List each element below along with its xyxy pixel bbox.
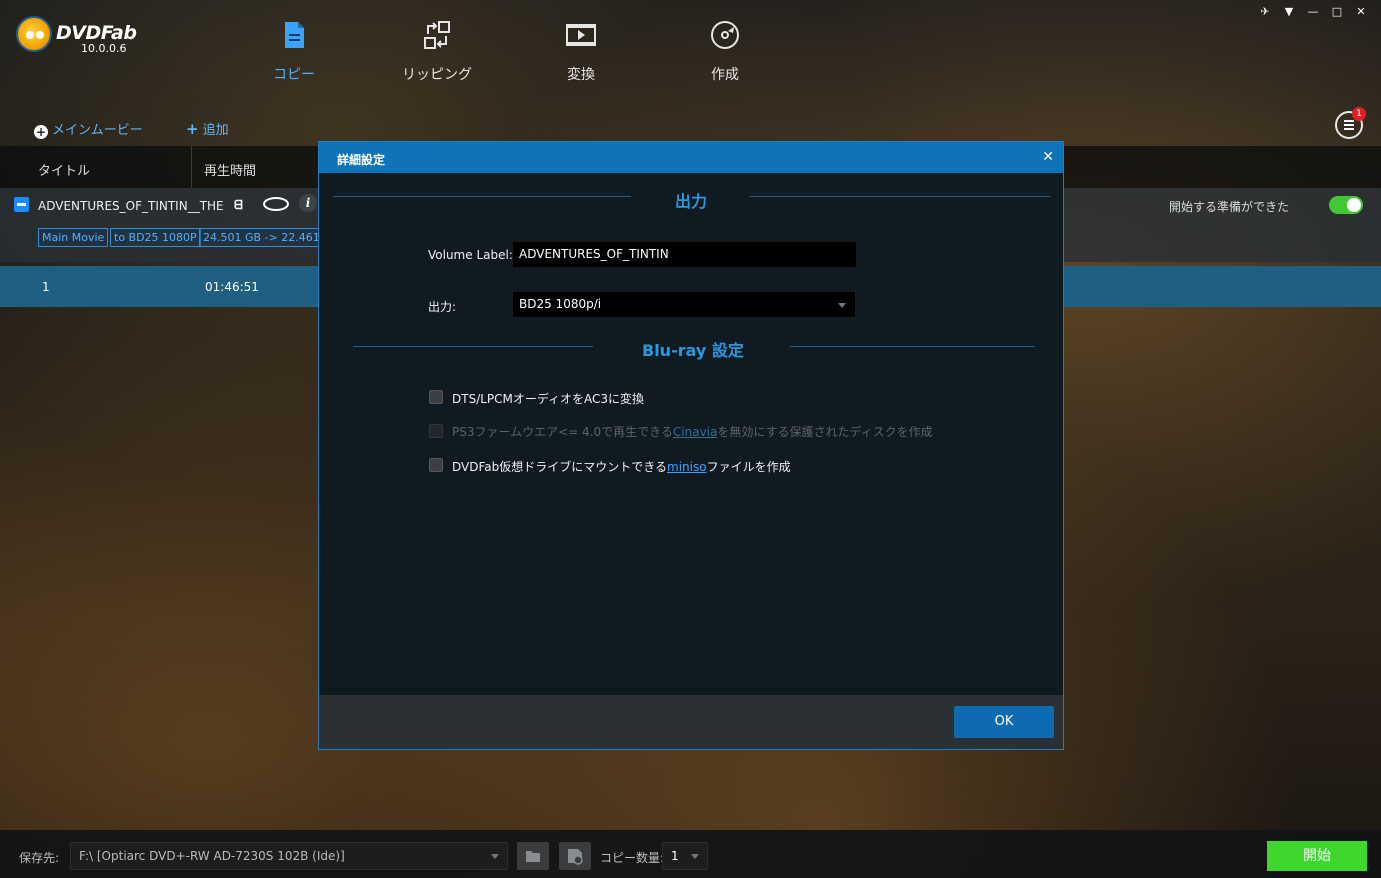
tab-label: 作成 (711, 67, 739, 83)
maximize-icon[interactable]: □ (1329, 5, 1345, 19)
cinavia-label: PS3ファームウエア<= 4.0で再生できるCinaviaを無効にする保護された… (452, 423, 933, 440)
disc-icon (263, 197, 289, 211)
tab-ripper[interactable]: リッピング (392, 18, 482, 84)
save-to-select[interactable]: F:\ [Optiarc DVD+-RW AD-7230S 102B (Ide)… (70, 842, 508, 870)
add-circle-icon: + (34, 125, 48, 139)
output-select-value: BD25 1080p/i (519, 297, 602, 311)
plus-icon: + (186, 120, 199, 138)
ripper-icon (424, 21, 450, 49)
section-output-title: 出力 (675, 192, 708, 211)
folder-icon (526, 851, 540, 862)
section-divider (750, 196, 1050, 197)
ready-status: 開始する準備ができた (1169, 200, 1290, 214)
copies-label: コピー数量: (600, 851, 665, 865)
main-movie-button[interactable]: + メインムービー (34, 119, 143, 139)
dialog-header: 詳細設定 ✕ (319, 142, 1063, 173)
create-icon (711, 21, 739, 49)
dialog-close-icon[interactable]: ✕ (1042, 150, 1054, 164)
dvdfab-logo-icon (16, 16, 52, 52)
chip-main-movie[interactable]: Main Movie (38, 228, 109, 247)
start-button[interactable]: 開始 (1267, 841, 1367, 871)
output-select[interactable]: BD25 1080p/i (512, 291, 856, 318)
chevron-down-icon (691, 854, 699, 859)
save-to-value: F:\ [Optiarc DVD+-RW AD-7230S 102B (Ide)… (79, 849, 345, 863)
tab-convert[interactable]: 変換 (536, 18, 626, 84)
copies-select[interactable]: 1 (662, 842, 708, 870)
disc-save-icon (568, 849, 583, 865)
miniso-label: DVDFab仮想ドライブにマウントできるminisoファイルを作成 (452, 458, 791, 475)
miniso-link[interactable]: miniso (667, 460, 707, 474)
app-version: 10.0.0.6 (81, 42, 127, 55)
add-button[interactable]: + 追加 (186, 119, 229, 138)
minimize-icon[interactable]: — (1305, 5, 1321, 19)
add-label: 追加 (202, 123, 229, 138)
advanced-settings-dialog: 詳細設定 ✕ 出力 Volume Label: ADVENTURES_OF_TI… (318, 141, 1064, 750)
tab-copy[interactable]: コピー (249, 18, 339, 84)
tab-label: リッピング (402, 67, 472, 83)
ok-button[interactable]: OK (954, 706, 1054, 738)
queue-count-badge: 1 (1352, 107, 1366, 121)
volume-label-input[interactable]: ADVENTURES_OF_TINTIN (512, 241, 857, 268)
convert-audio-label: DTS/LPCMオーディオをAC3に変換 (452, 390, 644, 407)
option-text: DTS/LPCMオーディオをAC3に変換 (452, 392, 645, 406)
main-movie-label: メインムービー (52, 123, 143, 138)
save-to-label: 保存先: (19, 851, 60, 865)
tab-label: コピー (273, 67, 315, 83)
convert-icon (566, 24, 596, 46)
section-divider (353, 346, 593, 347)
bottom-bar: 保存先: F:\ [Optiarc DVD+-RW AD-7230S 102B … (0, 830, 1381, 878)
section-divider (790, 346, 1035, 347)
output-caption: 出力: (428, 300, 457, 314)
option-text: を無効にする保護されたディスクを作成 (717, 425, 933, 439)
bluray-icon: ᗺ (234, 198, 243, 212)
column-title: タイトル (38, 164, 91, 179)
save-iso-button[interactable] (559, 842, 591, 870)
tab-create[interactable]: 作成 (680, 18, 770, 84)
app-name: DVDFab (56, 22, 137, 44)
cinavia-checkbox (429, 424, 443, 438)
copy-icon (285, 22, 304, 48)
info-icon[interactable]: i (299, 194, 317, 212)
column-duration: 再生時間 (204, 164, 257, 179)
close-icon[interactable]: ✕ (1353, 5, 1369, 19)
dialog-title: 詳細設定 (337, 153, 386, 167)
row-duration: 01:46:51 (205, 280, 259, 294)
dialog-footer: OK (319, 695, 1063, 749)
settings-icon[interactable]: ✈ (1257, 5, 1273, 19)
option-text: ファイルを作成 (706, 460, 791, 474)
row-index: 1 (42, 280, 50, 294)
chevron-down-icon (838, 303, 846, 308)
section-bluray-title: Blu-ray 設定 (642, 341, 744, 360)
chevron-down-icon (491, 854, 499, 859)
convert-audio-checkbox[interactable] (429, 390, 443, 404)
option-text: PS3ファームウエア<= 4.0で再生できる (452, 425, 673, 439)
option-text: DVDFab仮想ドライブにマウントできる (452, 460, 668, 474)
cinavia-link[interactable]: Cinavia (673, 425, 717, 439)
section-divider (333, 196, 631, 197)
menu-icon[interactable]: ▼ (1281, 5, 1297, 19)
source-title: ADVENTURES_OF_TINTIN__THE (38, 199, 224, 213)
copies-value: 1 (671, 849, 679, 863)
collapse-checkbox[interactable] (14, 197, 29, 212)
browse-folder-button[interactable] (517, 842, 549, 870)
chip-output-profile[interactable]: to BD25 1080P (110, 228, 201, 247)
volume-label-caption: Volume Label: (428, 248, 513, 262)
column-divider (191, 146, 192, 188)
source-enable-toggle[interactable] (1329, 196, 1363, 214)
miniso-checkbox[interactable] (429, 458, 443, 472)
list-icon (1344, 120, 1354, 132)
tab-label: 変換 (567, 67, 595, 83)
